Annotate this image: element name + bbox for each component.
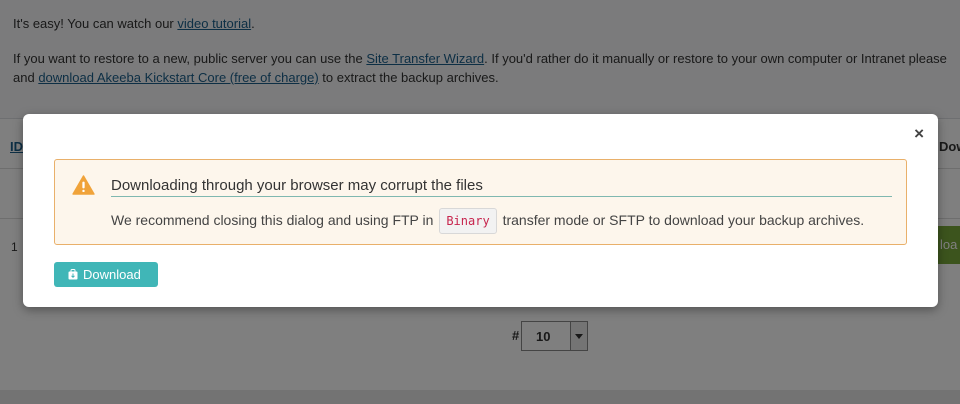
download-warning-modal: × Downloading through your browser may c… [23,114,938,307]
close-icon[interactable]: × [914,124,924,144]
warning-alert: Downloading through your browser may cor… [54,159,907,245]
alert-body-prefix: We recommend closing this dialog and usi… [111,212,438,228]
warning-triangle-icon [72,175,95,195]
alert-body: We recommend closing this dialog and usi… [111,206,865,235]
alert-body-suffix: transfer mode or SFTP to download your b… [498,212,865,228]
download-button-label: Download [83,267,141,282]
download-button[interactable]: Download [54,262,158,287]
download-icon [68,268,78,280]
binary-code-label: Binary [439,208,497,235]
alert-title: Downloading through your browser may cor… [111,177,892,197]
